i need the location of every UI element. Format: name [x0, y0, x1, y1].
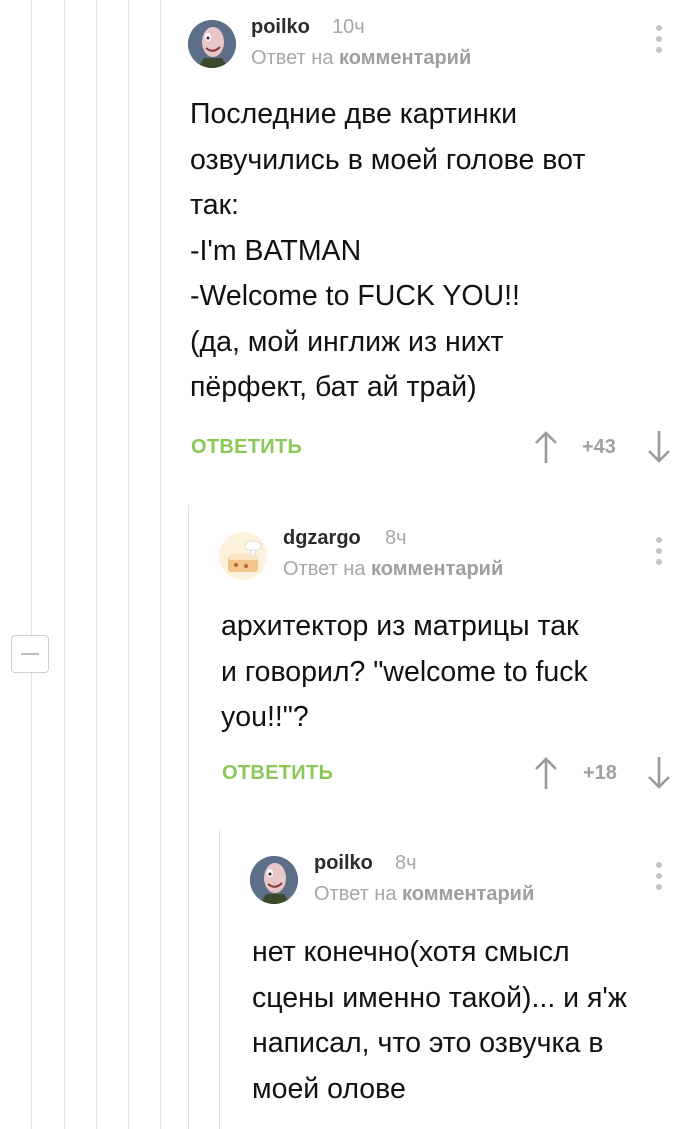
cartoon-cake-avatar-icon — [219, 532, 267, 580]
more-options-icon[interactable] — [654, 537, 664, 571]
comment-text: архитектор из матрицы так и говорил? "we… — [221, 610, 588, 733]
rating-score: +18 — [583, 762, 617, 784]
reply-button[interactable]: ОТВЕТИТЬ — [222, 762, 333, 785]
thread-line — [64, 0, 65, 1129]
timestamp: 8ч — [395, 852, 417, 874]
cartoon-face-avatar-icon — [188, 20, 236, 68]
username[interactable]: dgzargo — [283, 527, 361, 550]
thread-line — [31, 0, 32, 1129]
avatar[interactable] — [219, 532, 267, 580]
timestamp: 10ч — [332, 16, 365, 38]
comment-text: Последние две картинки озвучились в моей… — [190, 98, 586, 403]
upvote-arrow-icon[interactable] — [532, 429, 560, 465]
thread-line — [160, 0, 161, 1129]
username[interactable]: poilko — [251, 16, 310, 39]
avatar[interactable] — [188, 20, 236, 68]
upvote-arrow-icon[interactable] — [532, 755, 560, 791]
comment-text: нет конечно(хотя смысл сцены именно тако… — [252, 936, 627, 1105]
reply-button[interactable]: ОТВЕТИТЬ — [191, 436, 302, 459]
reply-target-link[interactable]: комментарий — [402, 883, 534, 905]
thread-line — [219, 830, 220, 1129]
avatar[interactable] — [250, 856, 298, 904]
reply-target-link[interactable]: комментарий — [339, 47, 471, 69]
reply-to-line: Ответ на комментарий — [314, 883, 534, 906]
thread-line — [96, 0, 97, 1129]
more-options-icon[interactable] — [654, 862, 664, 896]
downvote-arrow-icon[interactable] — [645, 429, 673, 465]
reply-prefix: Ответ на — [283, 558, 366, 580]
timestamp: 8ч — [385, 527, 407, 549]
downvote-arrow-icon[interactable] — [645, 755, 673, 791]
reply-to-line: Ответ на комментарий — [251, 47, 471, 70]
thread-line — [188, 505, 189, 1129]
username[interactable]: poilko — [314, 852, 373, 875]
reply-to-line: Ответ на комментарий — [283, 558, 503, 581]
thread-line — [128, 0, 129, 1129]
reply-prefix: Ответ на — [251, 47, 334, 69]
collapse-thread-button[interactable] — [11, 635, 49, 673]
cartoon-face-avatar-icon — [250, 856, 298, 904]
reply-prefix: Ответ на — [314, 883, 397, 905]
rating-score: +43 — [582, 436, 616, 458]
more-options-icon[interactable] — [654, 25, 664, 59]
reply-target-link[interactable]: комментарий — [371, 558, 503, 580]
